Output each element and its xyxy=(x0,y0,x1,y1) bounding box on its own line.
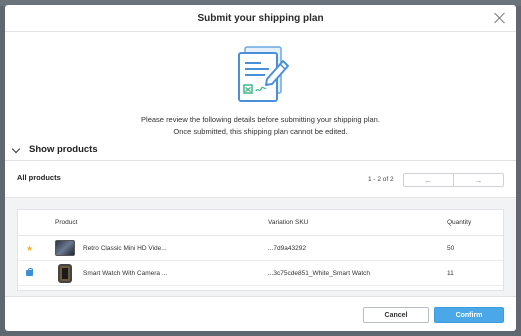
sku-cell: ...7d9a43292 xyxy=(268,244,306,252)
row-status-cell: ★ xyxy=(18,244,55,253)
modal-title: Submit your shipping plan xyxy=(197,12,324,24)
confirm-button[interactable]: Confirm xyxy=(434,307,504,323)
header-sku: Variation SKU xyxy=(268,219,309,226)
product-name: Retro Classic Mini HD Vide... xyxy=(83,244,167,252)
table-header: Product Variation SKU Quantity xyxy=(18,210,503,236)
document-edit-icon xyxy=(238,46,289,102)
quantity-cell: 50 xyxy=(447,244,455,252)
table-row: ★ Retro Classic Mini HD Vide... ...7d9a4… xyxy=(18,236,503,261)
table-row: Smart Watch With Camera ... ...3c75cde85… xyxy=(18,261,503,286)
header-product: Product xyxy=(55,219,78,226)
section-title: Show products xyxy=(29,144,98,155)
next-page-button[interactable]: → xyxy=(453,174,503,186)
header-quantity: Quantity xyxy=(447,219,472,226)
chevron-down-icon xyxy=(11,144,21,153)
products-panel-header: All products 1 - 2 of 2 ← → xyxy=(5,161,516,198)
products-heading: All products xyxy=(17,173,61,182)
product-name: Smart Watch With Camera ... xyxy=(83,269,168,277)
prev-page-button[interactable]: ← xyxy=(404,174,453,186)
pagination: ← → xyxy=(403,173,504,187)
product-cell: Smart Watch With Camera ... xyxy=(55,263,268,283)
show-products-toggle[interactable]: Show products xyxy=(11,144,98,155)
products-table: Product Variation SKU Quantity ★ Retro C… xyxy=(17,209,504,291)
products-panel: All products 1 - 2 of 2 ← → Product Vari… xyxy=(5,160,516,297)
modal-footer: Cancel Confirm xyxy=(5,297,516,331)
shipping-plan-modal: Submit your shipping plan Please review … xyxy=(5,5,516,331)
sku-cell: ...3c75cde851_White_Smart Watch xyxy=(268,269,371,277)
quantity-cell: 11 xyxy=(447,269,454,277)
intro-line-1: Please review the following details befo… xyxy=(141,115,380,124)
bag-icon xyxy=(26,268,33,276)
arrow-right-icon: → xyxy=(474,175,483,185)
cancel-button[interactable]: Cancel xyxy=(363,307,429,323)
modal-header: Submit your shipping plan xyxy=(5,5,516,32)
star-icon: ★ xyxy=(26,243,34,253)
product-thumbnail xyxy=(55,240,75,256)
pagination-range: 1 - 2 of 2 xyxy=(368,176,394,183)
product-thumbnail xyxy=(58,263,72,283)
product-cell: Retro Classic Mini HD Vide... xyxy=(55,240,268,256)
intro-text: Please review the following details befo… xyxy=(5,114,516,138)
intro-line-2: Once submitted, this shipping plan canno… xyxy=(173,127,348,136)
row-status-cell xyxy=(18,268,55,277)
arrow-left-icon: ← xyxy=(424,175,433,185)
close-icon[interactable] xyxy=(494,12,506,24)
